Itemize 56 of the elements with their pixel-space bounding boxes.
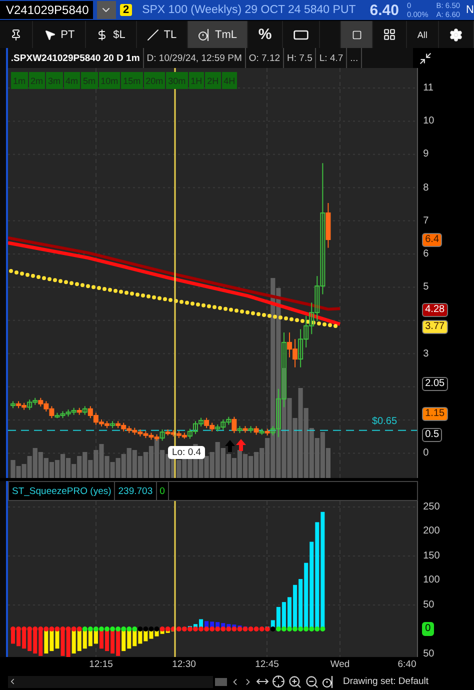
timeframe-button[interactable]: 1H <box>188 72 204 89</box>
axis-label: 5 <box>423 282 429 293</box>
axis-label: 0 <box>423 448 429 459</box>
value-badge: 0 <box>422 622 434 636</box>
drawing-set-label[interactable]: Drawing set: Default <box>343 676 429 687</box>
axis-label: 50 <box>423 648 434 660</box>
drawing-tool-button[interactable]: PT <box>33 21 86 48</box>
last-price: 6.40 <box>370 2 399 18</box>
timeframe-button[interactable]: 2m <box>28 72 46 89</box>
timeframe-button[interactable]: 2H <box>205 72 221 89</box>
price-badge: 6.4 <box>422 232 442 247</box>
indicator-value: 239.703 <box>115 482 157 500</box>
layout-button[interactable]: All <box>407 21 439 48</box>
quote-label: N <box>466 4 474 16</box>
drawing-tool-button[interactable]: TL <box>136 21 188 48</box>
time-label: Wed <box>330 659 350 670</box>
low-tooltip: Lo: 0.4 <box>168 446 206 459</box>
price-badge: 3.77 <box>422 320 448 334</box>
axis-label: 9 <box>423 148 429 160</box>
axis-label: 8 <box>423 182 429 194</box>
timeframe-button[interactable]: 20m <box>144 72 166 89</box>
price-badge: 4.28 <box>422 302 448 317</box>
timeframe-button[interactable]: 4m <box>64 72 80 89</box>
drawing-tool-button[interactable]: $L <box>86 21 137 48</box>
symbol-field[interactable]: V241029P5840 <box>0 1 93 19</box>
axis-label: 7 <box>423 215 429 226</box>
timeframe-button[interactable]: 15m <box>121 72 143 89</box>
axis-label: 6 <box>423 248 429 260</box>
price-badge: 2.05 <box>422 376 448 391</box>
drawing-tool-button[interactable]: % <box>248 21 283 48</box>
axis-label: 50 <box>423 600 434 610</box>
axis-label: 200 <box>423 526 440 536</box>
drawing-tool-button[interactable]: TmL <box>188 21 248 48</box>
timeframe-button[interactable]: 5m <box>81 72 98 89</box>
axis-label: 100 <box>423 574 440 586</box>
time-label: 12:30 <box>172 659 196 670</box>
time-label: 12:15 <box>89 659 113 670</box>
timeframe-button[interactable]: 30m <box>166 72 188 89</box>
price-badge: 0.5 <box>422 428 442 442</box>
axis-label: 10 <box>423 116 434 127</box>
link-badge[interactable]: 2 <box>120 4 132 16</box>
axis-label: 3 <box>423 348 429 360</box>
price-line-label: $0.65 <box>372 416 398 427</box>
time-label: 12:45 <box>255 659 279 670</box>
timeframe-button[interactable]: 4H <box>222 72 238 89</box>
instrument-description: SPX 100 (Weeklys) 29 OCT 24 5840 PUT <box>142 4 356 16</box>
timeframe-button[interactable]: 1m <box>10 72 28 89</box>
time-label: 6:40 <box>398 659 416 670</box>
indicator-name: ST_SqueezePRO (yes) <box>9 482 116 500</box>
timeframe-button[interactable]: 10m <box>98 72 120 89</box>
axis-label: 250 <box>423 502 440 512</box>
price-badge: 1.15 <box>422 406 448 421</box>
axis-label: 11 <box>423 82 434 94</box>
timeframe-button[interactable]: 3m <box>46 72 63 89</box>
axis-label: 150 <box>423 550 440 562</box>
indicator-signal: 0 <box>156 482 169 500</box>
